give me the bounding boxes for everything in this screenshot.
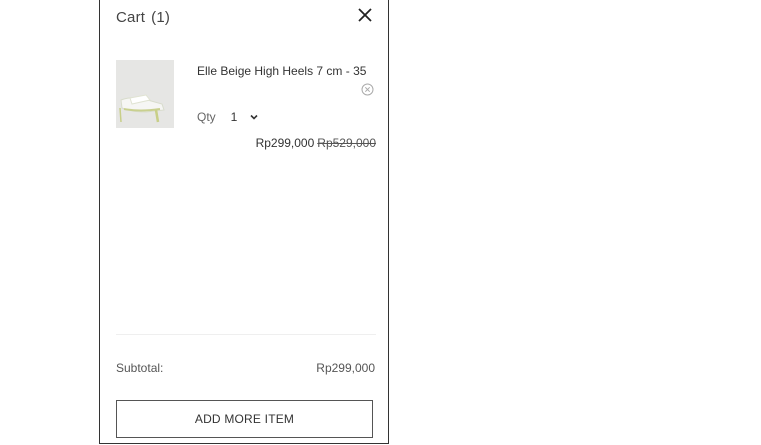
add-more-item-button[interactable]: ADD MORE ITEM bbox=[116, 400, 373, 438]
cart-title: Cart (1) bbox=[116, 9, 170, 26]
quantity-value: 1 bbox=[230, 110, 238, 124]
product-thumbnail[interactable] bbox=[116, 60, 174, 128]
quantity-row: Qty 1 bbox=[197, 110, 259, 124]
cart-drawer: Cart (1) Elle Beige High Heels 7 cm - 35 bbox=[99, 0, 389, 444]
high-heel-shoe-image bbox=[116, 60, 174, 128]
remove-circle-icon bbox=[361, 83, 374, 96]
chevron-down-icon bbox=[250, 114, 258, 120]
cart-title-label: Cart bbox=[116, 9, 146, 26]
quantity-label: Qty bbox=[197, 110, 216, 124]
quantity-select[interactable]: 1 bbox=[216, 110, 260, 124]
close-button[interactable] bbox=[356, 6, 374, 24]
close-icon bbox=[358, 8, 372, 22]
divider bbox=[116, 334, 376, 335]
product-name[interactable]: Elle Beige High Heels 7 cm - 35 bbox=[197, 62, 369, 80]
subtotal-value: Rp299,000 bbox=[316, 361, 375, 375]
original-price: Rp529,000 bbox=[317, 136, 376, 150]
sale-price: Rp299,000 bbox=[255, 136, 315, 150]
remove-item-button[interactable] bbox=[361, 83, 374, 96]
cart-item: Elle Beige High Heels 7 cm - 35 Qty 1 Rp… bbox=[116, 60, 376, 160]
subtotal-label: Subtotal: bbox=[116, 361, 164, 375]
cart-item-count: (1) bbox=[151, 9, 171, 26]
price-row: Rp299,000 Rp529,000 bbox=[256, 136, 376, 150]
